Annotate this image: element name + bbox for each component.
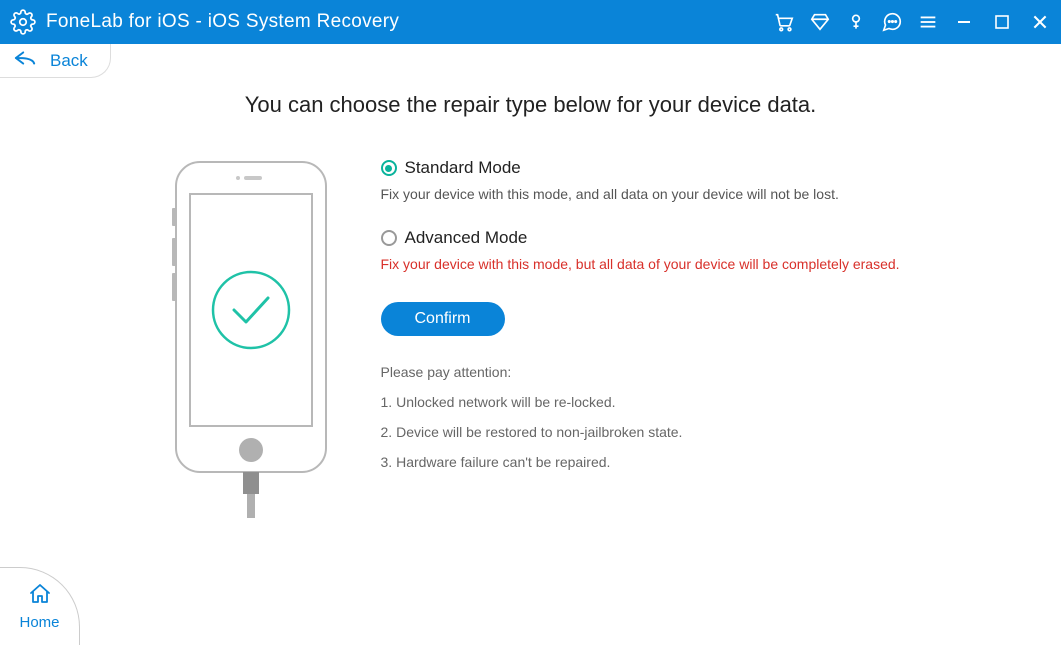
feedback-icon[interactable] xyxy=(881,11,903,33)
device-illustration xyxy=(161,158,341,518)
confirm-button[interactable]: Confirm xyxy=(381,302,505,336)
mode-advanced-radio[interactable]: Advanced Mode xyxy=(381,228,901,248)
cart-icon[interactable] xyxy=(773,11,795,33)
mode-advanced-desc: Fix your device with this mode, but all … xyxy=(381,256,901,272)
back-arrow-icon xyxy=(14,50,36,71)
main-content: You can choose the repair type below for… xyxy=(0,44,1061,518)
attention-item: Unlocked network will be re-locked. xyxy=(381,394,901,410)
mode-standard-radio[interactable]: Standard Mode xyxy=(381,158,901,178)
close-button[interactable] xyxy=(1029,11,1051,33)
titlebar-actions xyxy=(773,11,939,33)
menu-icon[interactable] xyxy=(917,11,939,33)
mode-standard-desc: Fix your device with this mode, and all … xyxy=(381,186,901,202)
radio-icon xyxy=(381,230,397,246)
home-label: Home xyxy=(19,614,59,631)
mode-advanced-label: Advanced Mode xyxy=(405,228,528,248)
app-title: FoneLab for iOS - iOS System Recovery xyxy=(46,11,399,33)
attention-list: Unlocked network will be re-locked. Devi… xyxy=(381,394,901,470)
minimize-button[interactable] xyxy=(953,11,975,33)
radio-icon xyxy=(381,160,397,176)
home-icon xyxy=(28,582,52,610)
home-button[interactable]: Home xyxy=(0,567,80,645)
window-controls xyxy=(953,11,1051,33)
titlebar: FoneLab for iOS - iOS System Recovery xyxy=(0,0,1061,44)
page-heading: You can choose the repair type below for… xyxy=(40,92,1021,118)
key-icon[interactable] xyxy=(845,11,867,33)
options-panel: Standard Mode Fix your device with this … xyxy=(381,158,901,518)
back-label: Back xyxy=(50,51,88,71)
maximize-button[interactable] xyxy=(991,11,1013,33)
attention-item: Hardware failure can't be repaired. xyxy=(381,454,901,470)
back-button[interactable]: Back xyxy=(0,44,111,78)
mode-standard-label: Standard Mode xyxy=(405,158,521,178)
app-gear-icon xyxy=(10,9,36,35)
attention-item: Device will be restored to non-jailbroke… xyxy=(381,424,901,440)
diamond-icon[interactable] xyxy=(809,11,831,33)
attention-title: Please pay attention: xyxy=(381,364,901,380)
